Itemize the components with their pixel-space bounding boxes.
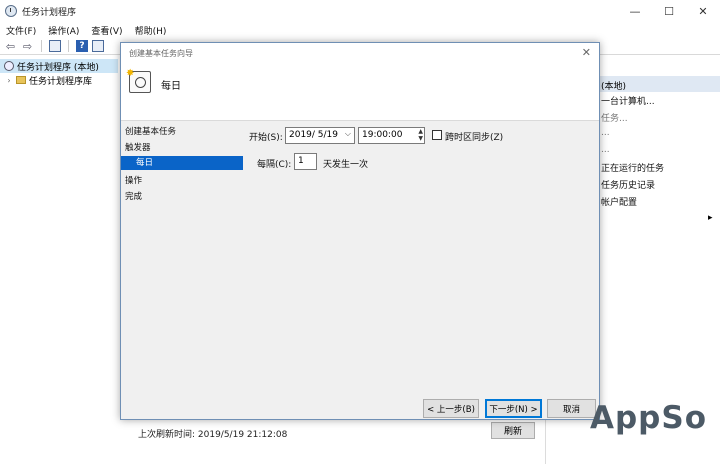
task-scheduler-icon	[5, 5, 17, 17]
window-controls: — ☐ ✕	[618, 0, 720, 22]
toolbar-separator	[41, 40, 42, 52]
action-pane-icon[interactable]	[92, 40, 104, 52]
interval-label: 每隔(C):	[257, 160, 292, 170]
step-create-task[interactable]: 创建基本任务	[125, 125, 176, 137]
interval-value: 1	[298, 156, 304, 166]
tree-item-library[interactable]: › 任务计划程序库	[0, 73, 92, 87]
dialog-titlebar: 创建基本任务向导 ✕	[121, 43, 599, 63]
maximize-button[interactable]: ☐	[652, 0, 686, 22]
step-trigger[interactable]: 触发器	[125, 141, 151, 153]
tree-item-root[interactable]: 任务计划程序 (本地)	[0, 59, 118, 73]
start-time-value: 19:00:00	[362, 130, 403, 140]
sync-timezone-checkbox[interactable]	[432, 130, 442, 140]
submenu-arrow-icon[interactable]: ▸	[708, 213, 713, 223]
interval-unit-label: 天发生一次	[323, 160, 369, 170]
menu-action[interactable]: 操作(A)	[48, 24, 79, 37]
clock-icon	[4, 61, 14, 71]
minimize-button[interactable]: —	[618, 0, 652, 22]
wizard-clock-icon: ✸	[126, 68, 151, 93]
step-daily[interactable]: 每日	[121, 156, 243, 170]
menu-bar: 文件(F) 操作(A) 查看(V) 帮助(H)	[0, 22, 720, 38]
navigation-tree: 任务计划程序 (本地) › 任务计划程序库	[0, 56, 118, 464]
action-connect-computer[interactable]: 一台计算机...	[601, 94, 655, 107]
action-task-history[interactable]: 任务历史记录	[601, 178, 655, 191]
step-finish[interactable]: 完成	[125, 190, 142, 202]
action-account-config[interactable]: 帐户配置	[601, 195, 637, 208]
menu-view[interactable]: 查看(V)	[91, 24, 122, 37]
next-button[interactable]: 下一步(N) >	[485, 399, 542, 418]
dialog-header: ✸ 每日	[121, 63, 599, 121]
main-titlebar: 任务计划程序 — ☐ ✕	[0, 0, 720, 22]
back-button[interactable]: < 上一步(B)	[423, 399, 479, 418]
start-date-picker[interactable]: 2019/ 5/19 ⌵	[285, 127, 355, 144]
action-create-task[interactable]: 任务...	[601, 111, 628, 124]
daily-trigger-form: 开始(S): 2019/ 5/19 ⌵ 19:00:00 ▲ ▼ 跨时区同步(Z…	[249, 122, 599, 382]
action-running-tasks[interactable]: 正在运行的任务	[601, 161, 664, 174]
close-button[interactable]: ✕	[686, 0, 720, 22]
menu-file[interactable]: 文件(F)	[6, 24, 36, 37]
sync-timezone-label: 跨时区同步(Z)	[445, 133, 504, 143]
refresh-button[interactable]: 刷新	[491, 422, 535, 439]
star-icon: ✸	[126, 68, 135, 79]
dialog-title: 创建基本任务向导	[129, 49, 193, 58]
folder-icon	[16, 76, 26, 84]
time-spinner[interactable]: ▲ ▼	[418, 128, 423, 142]
cancel-button[interactable]: 取消	[547, 399, 596, 418]
clock-face-icon	[135, 77, 146, 88]
create-basic-task-dialog: 创建基本任务向导 ✕ ✸ 每日 创建基本任务 触发器 每日 操作 完成 开始(S…	[120, 42, 600, 420]
tree-item-label: 任务计划程序库	[29, 76, 93, 87]
actions-header-label: (本地)	[601, 82, 627, 92]
menu-help[interactable]: 帮助(H)	[135, 24, 167, 37]
last-refresh-text: 上次刷新时间: 2019/5/19 21:12:08	[138, 430, 288, 440]
window-title: 任务计划程序	[22, 8, 77, 18]
toolbar-separator	[68, 40, 69, 52]
dialog-close-icon[interactable]: ✕	[582, 46, 591, 59]
appso-watermark: AppSo	[590, 400, 707, 436]
help-icon[interactable]: ?	[76, 40, 88, 52]
console-tree-icon[interactable]	[49, 40, 61, 52]
interval-input[interactable]: 1	[294, 153, 317, 170]
spin-up-icon[interactable]: ▲	[418, 128, 423, 135]
start-date-value: 2019/ 5/19	[289, 130, 339, 140]
start-time-input[interactable]: 19:00:00 ▲ ▼	[358, 127, 425, 144]
back-arrow-icon[interactable]: ⇦	[4, 40, 17, 53]
action-other[interactable]: ...	[601, 145, 610, 155]
tree-item-label: 任务计划程序 (本地)	[17, 62, 99, 73]
start-label: 开始(S):	[249, 133, 283, 143]
dialog-heading: 每日	[161, 81, 181, 92]
dropdown-chevron-icon[interactable]: ⌵	[345, 129, 351, 139]
wizard-steps: 创建基本任务 触发器 每日 操作 完成	[121, 122, 243, 412]
forward-arrow-icon[interactable]: ⇨	[21, 40, 34, 53]
spin-down-icon[interactable]: ▼	[418, 135, 423, 142]
action-import[interactable]: ...	[601, 128, 610, 138]
expand-chevron-icon[interactable]: ›	[4, 76, 14, 85]
step-action[interactable]: 操作	[125, 174, 142, 186]
summary-footer: 上次刷新时间: 2019/5/19 21:12:08 刷新	[118, 415, 545, 464]
